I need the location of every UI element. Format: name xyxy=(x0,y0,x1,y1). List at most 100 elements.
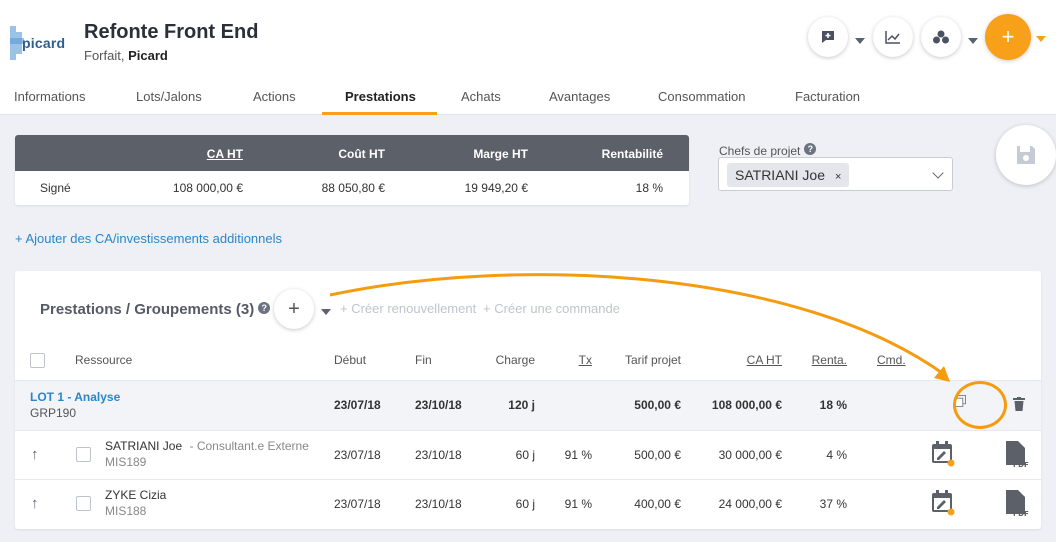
boxes-icon xyxy=(933,30,949,44)
page-header: Picard Refonte Front End Forfait, Picard… xyxy=(0,0,1056,115)
resource-name: ZYKE Cizia xyxy=(105,488,166,502)
lot-ca: 108 000,00 € xyxy=(711,398,782,412)
highlight-circle xyxy=(953,381,1007,429)
add-additional-ca-link[interactable]: + Ajouter des CA/investissements additio… xyxy=(15,231,282,246)
col-tx: Tx xyxy=(578,353,592,367)
summary-rentabilite-value: 18 % xyxy=(635,181,663,195)
row-debut: 23/07/18 xyxy=(334,497,381,511)
tab-actions[interactable]: Actions xyxy=(253,89,296,104)
row-renta: 4 % xyxy=(826,448,847,462)
tab-bar: Informations Lots/Jalons Actions Prestat… xyxy=(0,82,1056,115)
create-order-link[interactable]: + Créer une commande xyxy=(483,301,620,316)
row-ca: 30 000,00 € xyxy=(718,448,782,462)
comment-plus-icon xyxy=(822,31,834,43)
row-renta: 37 % xyxy=(819,497,847,511)
prestations-title: Prestations / Groupements (3)? xyxy=(40,301,271,318)
svg-text:PDF: PDF xyxy=(1013,461,1029,469)
floppy-disk-icon xyxy=(1017,146,1035,164)
comment-dropdown-caret[interactable] xyxy=(855,38,865,44)
resource-name-text: SATRIANI Joe xyxy=(105,439,183,453)
pdf-icon[interactable]: PDF xyxy=(1006,490,1030,518)
resource-code: MIS188 xyxy=(105,504,147,518)
row-charge: 60 j xyxy=(515,448,535,462)
help-icon[interactable]: ? xyxy=(804,143,817,155)
create-button[interactable]: + xyxy=(985,14,1031,60)
tab-consommation[interactable]: Consommation xyxy=(658,89,745,104)
comment-button[interactable] xyxy=(808,17,848,57)
lot-charge: 120 j xyxy=(508,398,535,412)
trash-icon[interactable] xyxy=(1013,397,1025,411)
picard-logo: Picard xyxy=(8,22,72,66)
move-up-icon[interactable]: ↑ xyxy=(31,446,39,463)
prestations-title-text: Prestations / Groupements (3) xyxy=(40,301,255,318)
table-row[interactable]: ↑ ZYKE Cizia MIS188 23/07/18 23/10/18 60… xyxy=(15,479,1041,529)
lot-name-link[interactable]: LOT 1 - Analyse xyxy=(30,390,120,404)
row-checkbox[interactable] xyxy=(76,496,91,511)
select-all-checkbox[interactable] xyxy=(30,353,45,368)
summary-header-ca: CA HT xyxy=(206,147,243,161)
chip-remove-icon[interactable]: × xyxy=(835,171,841,183)
lot-code: GRP190 xyxy=(30,406,77,420)
chefs-label: Chefs de projet? xyxy=(719,143,817,158)
lot-row[interactable]: LOT 1 - Analyse GRP190 23/07/18 23/10/18… xyxy=(15,380,1041,430)
add-prestation-button[interactable]: + xyxy=(274,289,314,329)
row-tarif: 400,00 € xyxy=(634,497,681,511)
calendar-edit-icon[interactable] xyxy=(931,490,955,516)
financial-summary: CA HT Coût HT Marge HT Rentabilité Signé… xyxy=(15,135,689,205)
chip-label: SATRIANI Joe xyxy=(735,167,825,183)
col-debut: Début xyxy=(334,353,367,367)
create-dropdown-caret[interactable] xyxy=(1036,36,1046,42)
summary-header-marge: Marge HT xyxy=(473,147,528,161)
add-prestation-dropdown-caret[interactable] xyxy=(321,309,331,315)
summary-row-label: Signé xyxy=(40,181,71,195)
client-name: Picard xyxy=(128,48,168,63)
row-tarif: 500,00 € xyxy=(634,448,681,462)
row-checkbox[interactable] xyxy=(76,447,91,462)
col-cmd: Cmd. xyxy=(877,353,906,367)
selected-chef-chip: SATRIANI Joe × xyxy=(727,163,850,187)
help-icon[interactable]: ? xyxy=(258,302,271,314)
resource-name-text: ZYKE Cizia xyxy=(105,488,167,502)
save-button[interactable] xyxy=(996,125,1056,185)
tab-achats[interactable]: Achats xyxy=(461,89,501,104)
chefs-label-text: Chefs de projet xyxy=(719,144,801,158)
svg-text:PDF: PDF xyxy=(1013,510,1029,518)
lot-fin: 23/10/18 xyxy=(415,398,462,412)
tab-facturation[interactable]: Facturation xyxy=(795,89,860,104)
row-debut: 23/07/18 xyxy=(334,448,381,462)
col-renta: Renta. xyxy=(811,353,847,367)
prestations-card: Prestations / Groupements (3)? + + Créer… xyxy=(15,271,1041,529)
calendar-edit-icon[interactable] xyxy=(931,441,955,467)
resources-dropdown-caret[interactable] xyxy=(968,38,978,44)
create-renewal-link[interactable]: + Créer renouvellement xyxy=(340,301,476,316)
summary-ca-value: 108 000,00 € xyxy=(172,181,243,195)
chefs-select[interactable]: SATRIANI Joe × xyxy=(718,157,953,191)
summary-header-cout: Coût HT xyxy=(338,147,385,161)
chevron-down-icon[interactable] xyxy=(932,167,944,179)
col-tarif-projet: Tarif projet xyxy=(624,353,681,367)
lot-renta: 18 % xyxy=(819,398,847,412)
pdf-icon[interactable]: PDF xyxy=(1006,441,1030,469)
line-chart-icon xyxy=(885,31,900,44)
tab-prestations[interactable]: Prestations xyxy=(345,89,416,104)
col-fin: Fin xyxy=(415,353,432,367)
stats-button[interactable] xyxy=(873,17,913,57)
row-tx: 91 % xyxy=(564,497,592,511)
tab-informations[interactable]: Informations xyxy=(14,89,86,104)
resource-code: MIS189 xyxy=(105,455,147,469)
tab-lots-jalons[interactable]: Lots/Jalons xyxy=(136,89,202,104)
logo-text: Picard xyxy=(22,35,66,51)
row-tx: 91 % xyxy=(564,448,592,462)
col-ressource: Ressource xyxy=(75,353,133,367)
table-row[interactable]: ↑ SATRIANI Joe - Consultant.e Externe MI… xyxy=(15,430,1041,479)
summary-cout-value: 88 050,80 € xyxy=(321,181,385,195)
project-type: Forfait, xyxy=(84,48,125,63)
resources-button[interactable] xyxy=(921,17,961,57)
tab-avantages[interactable]: Avantages xyxy=(549,89,610,104)
row-fin: 23/10/18 xyxy=(415,448,462,462)
move-up-icon[interactable]: ↑ xyxy=(31,495,39,512)
page-subtitle: Forfait, Picard xyxy=(84,48,168,63)
row-charge: 60 j xyxy=(515,497,535,511)
row-ca: 24 000,00 € xyxy=(718,497,782,511)
col-charge: Charge xyxy=(495,353,535,367)
